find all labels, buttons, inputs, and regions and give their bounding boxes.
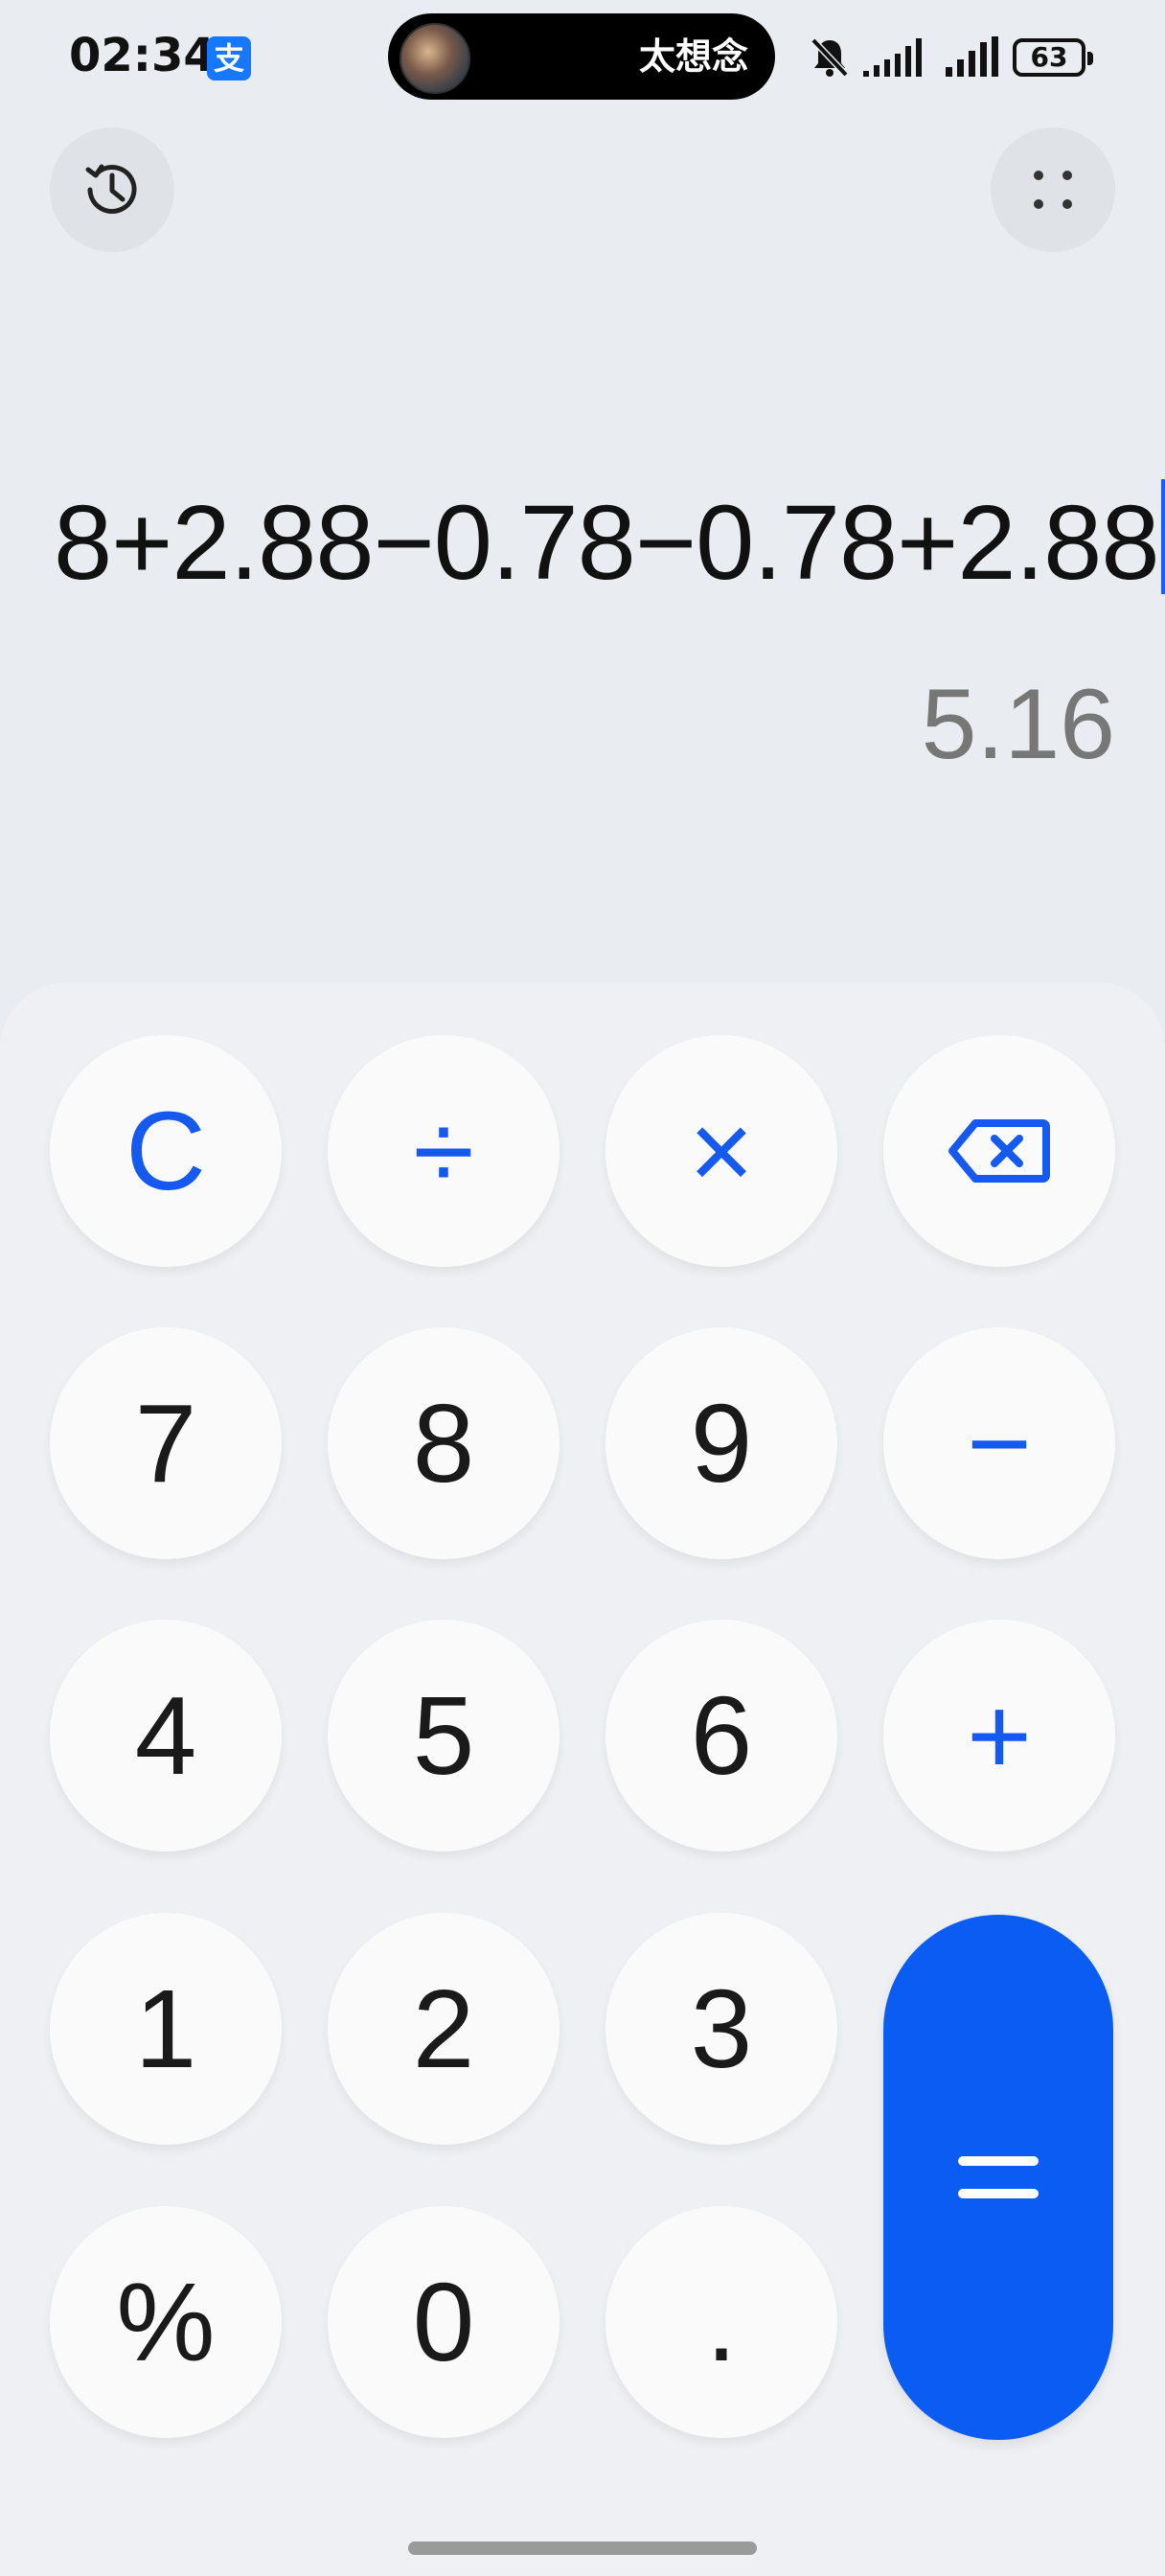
digit-4-label: 4 <box>134 1673 197 1798</box>
percent-label: % <box>116 2260 216 2384</box>
plus-button[interactable]: + <box>883 1620 1115 1852</box>
divide-label: ÷ <box>413 1089 474 1213</box>
decimal-label: . <box>705 2260 738 2384</box>
status-icons: 63 <box>810 31 1093 84</box>
history-button[interactable] <box>50 127 174 252</box>
clear-label: C <box>126 1089 206 1213</box>
digit-7-button[interactable]: 7 <box>50 1327 282 1559</box>
percent-button[interactable]: % <box>50 2206 282 2438</box>
more-options-button[interactable] <box>991 127 1115 252</box>
backspace-icon <box>948 1119 1050 1183</box>
expression-text: 8+2.88−0.78−0.78+2.88 <box>54 484 1159 602</box>
signal-1-icon <box>863 38 922 77</box>
digit-6-button[interactable]: 6 <box>605 1620 837 1852</box>
digit-4-button[interactable]: 4 <box>50 1620 282 1852</box>
digit-6-label: 6 <box>690 1673 753 1798</box>
digit-8-label: 8 <box>412 1381 475 1506</box>
grid-dots-icon <box>1034 171 1072 209</box>
result-preview: 5.16 <box>921 669 1115 780</box>
clear-button[interactable]: C <box>50 1035 282 1267</box>
divide-button[interactable]: ÷ <box>328 1035 560 1267</box>
digit-7-label: 7 <box>134 1381 197 1506</box>
status-time: 02:34 <box>69 29 216 82</box>
home-indicator[interactable] <box>408 2542 757 2555</box>
digit-0-button[interactable]: 0 <box>328 2206 560 2438</box>
digit-1-label: 1 <box>134 1966 197 2091</box>
digit-2-label: 2 <box>412 1966 475 2091</box>
media-title: 太想念 <box>638 35 748 78</box>
digit-2-button[interactable]: 2 <box>328 1913 560 2145</box>
digit-3-label: 3 <box>690 1966 753 2091</box>
equals-icon <box>958 2156 1039 2198</box>
expression-display[interactable]: 8+2.88−0.78−0.78+2.88 <box>54 479 1165 604</box>
plus-label: + <box>967 1673 1032 1798</box>
digit-9-label: 9 <box>690 1381 753 1506</box>
album-art <box>400 23 470 94</box>
minus-label: − <box>967 1381 1032 1506</box>
multiply-label: × <box>689 1089 754 1213</box>
battery-icon: 63 <box>1013 38 1093 77</box>
decimal-button[interactable]: . <box>605 2206 837 2438</box>
backspace-button[interactable] <box>883 1035 1115 1267</box>
minus-button[interactable]: − <box>883 1327 1115 1559</box>
dynamic-island-media[interactable]: 太想念 <box>388 13 775 100</box>
digit-0-label: 0 <box>412 2260 475 2384</box>
signal-2-icon <box>946 36 998 77</box>
text-cursor <box>1160 479 1165 594</box>
alipay-icon: 支 <box>207 36 251 80</box>
history-icon <box>85 164 137 215</box>
multiply-button[interactable]: × <box>605 1035 837 1267</box>
digit-5-label: 5 <box>412 1673 475 1798</box>
digit-1-button[interactable]: 1 <box>50 1913 282 2145</box>
digit-3-button[interactable]: 3 <box>605 1913 837 2145</box>
digit-5-button[interactable]: 5 <box>328 1620 560 1852</box>
equals-button[interactable] <box>883 1915 1113 2440</box>
digit-9-button[interactable]: 9 <box>605 1327 837 1559</box>
mute-bell-icon <box>811 37 849 78</box>
digit-8-button[interactable]: 8 <box>328 1327 560 1559</box>
